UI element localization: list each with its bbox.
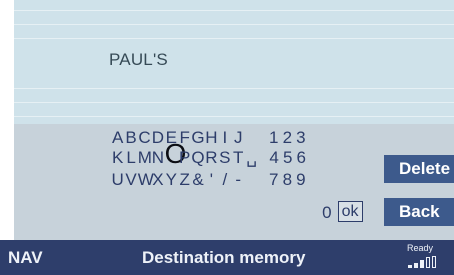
key-apostrophe[interactable]: ' (205, 171, 218, 189)
key-9[interactable]: 9 (294, 171, 308, 189)
divider (14, 116, 454, 117)
key-m[interactable]: M (138, 149, 152, 167)
key-q[interactable]: Q (191, 149, 204, 167)
keyboard-row-2: K L MNOPQRS T ␣ 456 (111, 140, 308, 168)
key-r[interactable]: R (205, 149, 218, 167)
nav-mode-label[interactable]: NAV (8, 248, 43, 268)
key-2[interactable]: 2 (281, 129, 295, 147)
key-x[interactable]: X (151, 171, 164, 189)
ok-button[interactable]: ok (337, 201, 363, 222)
key-hyphen[interactable]: - (232, 171, 245, 189)
keyboard-row-4: 0 ok (320, 201, 363, 222)
key-4[interactable]: 4 (267, 149, 281, 167)
key-l[interactable]: L (124, 149, 137, 167)
key-7[interactable]: 7 (267, 171, 281, 189)
key-0[interactable]: 0 (320, 204, 334, 222)
key-t[interactable]: T (232, 149, 245, 167)
status-bar: NAV Destination memory Ready (0, 240, 454, 275)
digit-keys: 456 (267, 149, 308, 168)
letter-keys: K L MNOPQRS T ␣ (111, 140, 258, 168)
key-o-selected[interactable]: O (165, 140, 187, 168)
key-v[interactable]: V (124, 171, 137, 189)
key-6[interactable]: 6 (294, 149, 308, 167)
letter-keys: UVWX Y Z & ' / - (111, 171, 245, 190)
key-k[interactable]: K (111, 149, 124, 167)
key-8[interactable]: 8 (281, 171, 295, 189)
entry-text: PAUL'S (109, 50, 168, 69)
key-ampersand[interactable]: & (191, 171, 204, 189)
divider (14, 38, 454, 39)
key-1[interactable]: 1 (267, 129, 281, 147)
key-p[interactable]: P (178, 149, 191, 167)
keyboard-row-3: UVWX Y Z & ' / - 789 (111, 170, 308, 190)
key-3[interactable]: 3 (294, 129, 308, 147)
digit-keys: 789 (267, 171, 308, 190)
nav-screen: PAUL'S A BCDE FGH I J 123 K L MNOPQRS T ␣ 456 UV… (14, 0, 454, 275)
key-s[interactable]: S (218, 149, 231, 167)
key-y[interactable]: Y (165, 171, 178, 189)
divider (14, 24, 454, 25)
key-z[interactable]: Z (178, 171, 191, 189)
key-u[interactable]: U (111, 171, 124, 189)
delete-button[interactable]: Delete (384, 155, 454, 183)
key-slash[interactable]: / (218, 171, 231, 189)
divider (14, 10, 454, 11)
screen-title: Destination memory (142, 248, 306, 267)
key-5[interactable]: 5 (281, 149, 295, 167)
character-keyboard: A BCDE FGH I J 123 K L MNOPQRS T ␣ 456 UVWX Y Z & ' /… (14, 124, 454, 240)
key-space[interactable]: ␣ (245, 149, 258, 167)
digit-keys: 123 (267, 129, 308, 148)
text-entry-area: PAUL'S (14, 0, 454, 124)
divider (14, 88, 454, 89)
key-w[interactable]: W (138, 171, 154, 189)
ready-status: Ready (407, 243, 434, 253)
divider (14, 102, 454, 103)
key-n[interactable]: N (151, 149, 164, 167)
back-button[interactable]: Back (384, 198, 454, 226)
